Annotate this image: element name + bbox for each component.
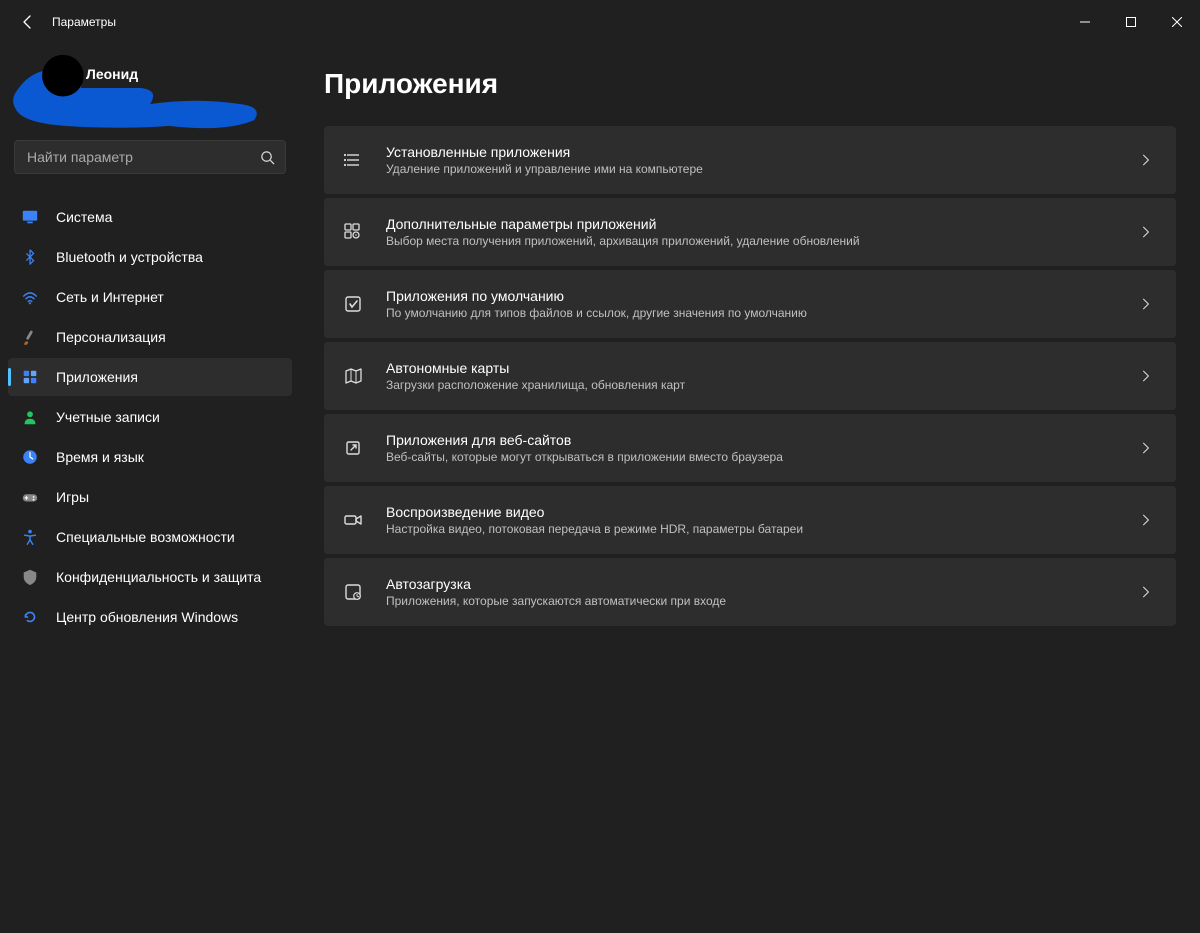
search-icon (260, 150, 275, 165)
search-box[interactable] (14, 140, 286, 174)
minimize-button[interactable] (1062, 0, 1108, 44)
settings-card-maps[interactable]: Автономные карты Загрузки расположение хр… (324, 342, 1176, 410)
settings-card-installed[interactable]: Установленные приложения Удаление приложе… (324, 126, 1176, 194)
nav-item-accessibility[interactable]: Специальные возможности (8, 518, 292, 556)
settings-card-subtitle: Удаление приложений и управление ими на … (386, 162, 1138, 176)
window-title: Параметры (52, 15, 116, 29)
chevron-right-icon (1138, 224, 1154, 240)
settings-card-advanced[interactable]: Дополнительные параметры приложений Выбор… (324, 198, 1176, 266)
nav-item-privacy[interactable]: Конфиденциальность и защита (8, 558, 292, 596)
list-icon (342, 149, 364, 171)
chevron-right-icon (1138, 440, 1154, 456)
sync-icon (20, 607, 40, 627)
nav-item-label: Сеть и Интернет (56, 289, 164, 305)
sidebar: Леонид Система Bluetooth и устройства Сеть… (0, 44, 300, 933)
video-icon (342, 509, 364, 531)
nav-item-accounts[interactable]: Учетные записи (8, 398, 292, 436)
chevron-right-icon (1138, 584, 1154, 600)
settings-card-text: Дополнительные параметры приложений Выбор… (386, 216, 1138, 248)
nav-item-network[interactable]: Сеть и Интернет (8, 278, 292, 316)
nav-item-label: Учетные записи (56, 409, 160, 425)
nav-item-time[interactable]: Время и язык (8, 438, 292, 476)
back-button[interactable] (18, 12, 38, 32)
brush-icon (20, 327, 40, 347)
settings-card-subtitle: Веб-сайты, которые могут открываться в п… (386, 450, 1138, 464)
open-icon (342, 437, 364, 459)
window-controls (1062, 0, 1200, 44)
settings-card-list: Установленные приложения Удаление приложе… (324, 126, 1176, 626)
nav-item-label: Система (56, 209, 112, 225)
settings-card-title: Воспроизведение видео (386, 504, 1138, 520)
settings-card-startup[interactable]: Автозагрузка Приложения, которые запускаю… (324, 558, 1176, 626)
settings-card-video[interactable]: Воспроизведение видео Настройка видео, по… (324, 486, 1176, 554)
nav-item-system[interactable]: Система (8, 198, 292, 236)
nav-item-bluetooth[interactable]: Bluetooth и устройства (8, 238, 292, 276)
settings-card-text: Приложения по умолчанию По умолчанию для … (386, 288, 1138, 320)
settings-card-text: Установленные приложения Удаление приложе… (386, 144, 1138, 176)
chevron-right-icon (1138, 152, 1154, 168)
settings-card-text: Воспроизведение видео Настройка видео, по… (386, 504, 1138, 536)
clock-icon (20, 447, 40, 467)
settings-card-title: Автозагрузка (386, 576, 1138, 592)
settings-card-subtitle: Загрузки расположение хранилища, обновле… (386, 378, 1138, 392)
settings-card-text: Автономные карты Загрузки расположение хр… (386, 360, 1138, 392)
main-content: Приложения Установленные приложения Удале… (300, 44, 1200, 933)
nav-list: Система Bluetooth и устройства Сеть и Инте… (8, 198, 292, 636)
profile-name: Леонид (86, 66, 138, 82)
settings-card-subtitle: По умолчанию для типов файлов и ссылок, … (386, 306, 1138, 320)
shield-icon (20, 567, 40, 587)
bluetooth-icon (20, 247, 40, 267)
nav-item-label: Время и язык (56, 449, 144, 465)
chevron-right-icon (1138, 368, 1154, 384)
maximize-button[interactable] (1108, 0, 1154, 44)
monitor-icon (20, 207, 40, 227)
person-icon (20, 407, 40, 427)
grid-gear-icon (342, 221, 364, 243)
nav-item-label: Специальные возможности (56, 529, 235, 545)
grid-icon (20, 367, 40, 387)
nav-item-personalization[interactable]: Персонализация (8, 318, 292, 356)
settings-card-title: Установленные приложения (386, 144, 1138, 160)
page-title: Приложения (324, 68, 1176, 100)
settings-card-subtitle: Выбор места получения приложений, архива… (386, 234, 1138, 248)
accessibility-icon (20, 527, 40, 547)
settings-card-defaults[interactable]: Приложения по умолчанию По умолчанию для … (324, 270, 1176, 338)
titlebar: Параметры (0, 0, 1200, 44)
settings-card-title: Дополнительные параметры приложений (386, 216, 1138, 232)
settings-card-text: Автозагрузка Приложения, которые запускаю… (386, 576, 1138, 608)
close-button[interactable] (1154, 0, 1200, 44)
startup-icon (342, 581, 364, 603)
search-input[interactable] (25, 148, 260, 166)
settings-card-text: Приложения для веб-сайтов Веб-сайты, кото… (386, 432, 1138, 464)
settings-card-subtitle: Приложения, которые запускаются автомати… (386, 594, 1138, 608)
settings-card-title: Автономные карты (386, 360, 1138, 376)
nav-item-apps[interactable]: Приложения (8, 358, 292, 396)
check-square-icon (342, 293, 364, 315)
map-icon (342, 365, 364, 387)
nav-item-gaming[interactable]: Игры (8, 478, 292, 516)
nav-item-update[interactable]: Центр обновления Windows (8, 598, 292, 636)
settings-card-title: Приложения по умолчанию (386, 288, 1138, 304)
nav-item-label: Игры (56, 489, 89, 505)
nav-item-label: Персонализация (56, 329, 166, 345)
wifi-icon (20, 287, 40, 307)
chevron-right-icon (1138, 512, 1154, 528)
settings-card-subtitle: Настройка видео, потоковая передача в ре… (386, 522, 1138, 536)
gamepad-icon (20, 487, 40, 507)
chevron-right-icon (1138, 296, 1154, 312)
nav-item-label: Приложения (56, 369, 138, 385)
profile-section[interactable]: Леонид (8, 52, 292, 130)
nav-item-label: Bluetooth и устройства (56, 249, 203, 265)
nav-item-label: Центр обновления Windows (56, 609, 238, 625)
settings-card-title: Приложения для веб-сайтов (386, 432, 1138, 448)
settings-card-websites[interactable]: Приложения для веб-сайтов Веб-сайты, кото… (324, 414, 1176, 482)
nav-item-label: Конфиденциальность и защита (56, 569, 261, 585)
